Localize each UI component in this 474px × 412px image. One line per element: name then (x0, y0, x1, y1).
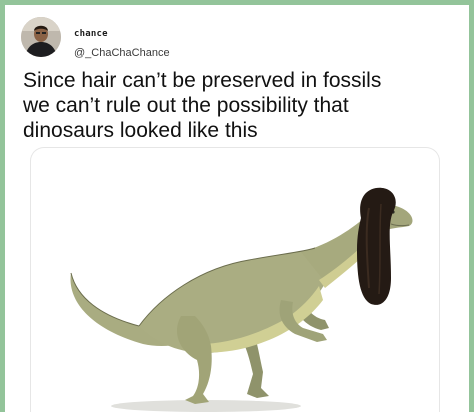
tweet-card: chance @_ChaChaChance Since hair can’t b… (5, 5, 469, 412)
avatar[interactable] (21, 17, 61, 57)
tweet-text-line: we can’t rule out the possibility that (23, 94, 349, 117)
profile-photo-icon (21, 17, 61, 57)
author-display-name[interactable]: chance (74, 29, 108, 39)
dinosaur-with-wig-illustration (70, 187, 413, 412)
tweet-text: Since hair can’t be preserved in fossils… (23, 68, 463, 143)
tweet-media[interactable] (30, 147, 440, 412)
author-handle[interactable]: @_ChaChaChance (74, 47, 170, 59)
tweet-text-line: dinosaurs looked like this (23, 119, 258, 142)
tweet-text-line: Since hair can’t be preserved in fossils (23, 69, 382, 92)
